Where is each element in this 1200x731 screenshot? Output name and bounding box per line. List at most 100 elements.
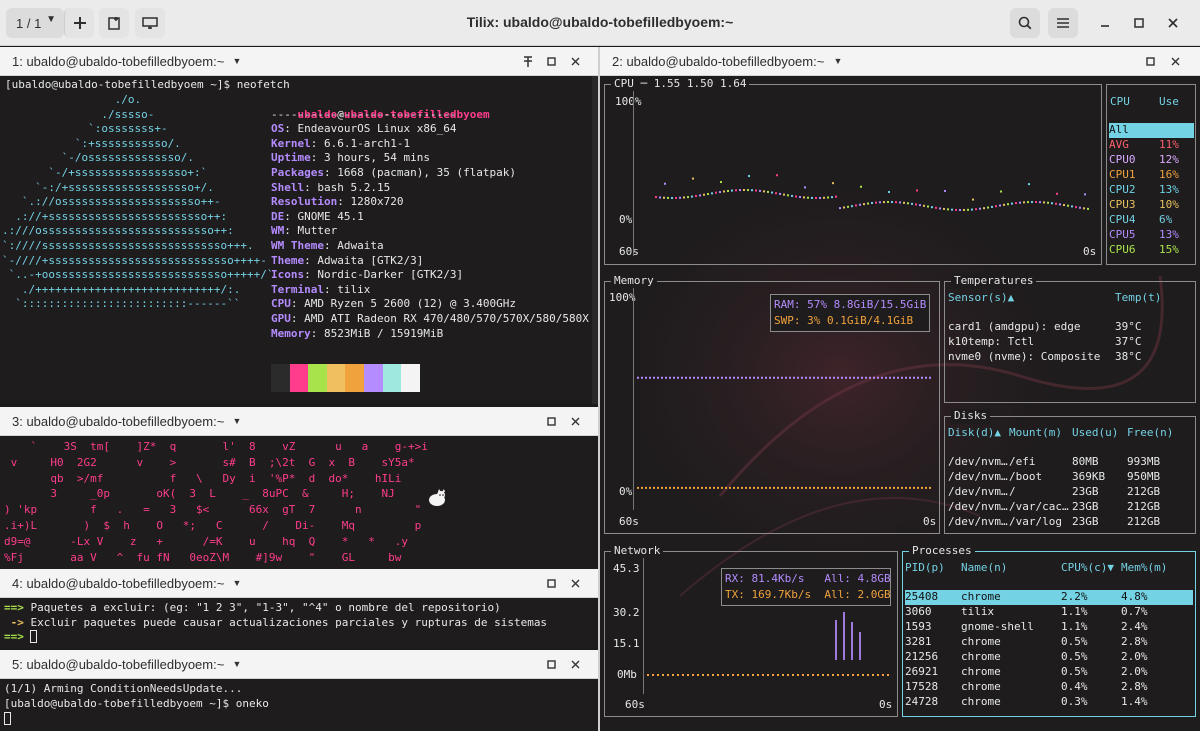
sensor-col-header[interactable]: Sensor(s)▲ <box>948 291 1014 306</box>
cpu-graph-dot <box>1031 201 1033 204</box>
cpu-row[interactable]: CPU3 10% <box>1109 198 1194 213</box>
chevron-down-icon[interactable]: ▼ <box>229 575 245 591</box>
cpu-graph-dot <box>692 177 694 180</box>
pane3-terminal[interactable]: ` 3S tm[ ]Z* q l' 8 vZ u a g-+>i v H0 2G… <box>0 436 598 569</box>
colon: : <box>304 253 318 267</box>
process-row[interactable]: 25408 chrome 2.2% 4.8% <box>905 590 1193 605</box>
cpu-row[interactable]: CPU0 12% <box>1109 153 1194 168</box>
process-row[interactable]: 21256 chrome 0.5% 2.0% <box>905 650 1193 665</box>
process-row[interactable]: 24728 chrome 0.3% 1.4% <box>905 695 1193 710</box>
cpu-graph-dot <box>1043 201 1045 204</box>
maximize-icon[interactable] <box>543 53 559 69</box>
cpu-graph-dot <box>667 196 669 199</box>
mem-x-left: 60s <box>619 515 639 528</box>
info-row: Shell: bash 5.2.15 <box>271 181 589 196</box>
disk-col-header[interactable]: Used(u) <box>1072 426 1118 441</box>
cpu-graph-dot <box>999 204 1001 207</box>
pane1-terminal[interactable]: [ubaldo@ubaldo-tobefilledbyoem ~]$ neofe… <box>0 76 598 404</box>
close-icon[interactable] <box>567 656 583 672</box>
pane3-titlebar[interactable]: 3: ubaldo@ubaldo-tobefilledbyoem:~ ▼ <box>0 407 598 436</box>
chevron-down-icon[interactable]: ▼ <box>229 656 245 672</box>
disks-panel-title: Disks <box>951 409 991 424</box>
cpu-name: AVG <box>1109 138 1129 151</box>
cpu-row[interactable]: AVG 11% <box>1109 138 1194 153</box>
pane5-title: 5: ubaldo@ubaldo-tobefilledbyoem:~ <box>12 657 225 672</box>
process-row[interactable]: 3281 chrome 0.5% 2.8% <box>905 635 1193 650</box>
pane2-titlebar[interactable]: 2: ubaldo@ubaldo-tobefilledbyoem:~ ▼ <box>600 47 1200 76</box>
close-icon[interactable] <box>1167 53 1183 69</box>
process-cell: 4.8% <box>1121 590 1148 603</box>
cpu-row[interactable]: CPU2 13% <box>1109 183 1194 198</box>
cpu-graph-dot <box>819 196 821 199</box>
cpu-use: 13% <box>1159 228 1179 241</box>
process-col-header[interactable]: Mem%(m) <box>1121 561 1167 576</box>
cpu-row[interactable]: CPU5 13% <box>1109 228 1194 243</box>
maximize-icon[interactable] <box>543 575 559 591</box>
close-button[interactable] <box>1160 8 1186 38</box>
process-row[interactable]: 17528 chrome 0.4% 2.8% <box>905 680 1193 695</box>
info-value: Nordic-Darker [GTK2/3] <box>317 268 464 282</box>
process-col-header[interactable]: PID(p) <box>905 561 945 576</box>
process-cell: chrome <box>961 695 1001 708</box>
menu-button[interactable] <box>1048 8 1078 38</box>
cpu-x-left: 60s <box>619 245 639 258</box>
matrix-rain: ` 3S tm[ ]Z* q l' 8 vZ u a g-+>i v H0 2G… <box>4 439 428 565</box>
disk-cell: /boot <box>1009 470 1043 483</box>
cpu-row[interactable]: CPU4 6% <box>1109 213 1194 228</box>
process-cell: chrome <box>961 665 1001 678</box>
cpu-row[interactable]: CPU1 16% <box>1109 168 1194 183</box>
net-x-left: 60s <box>625 698 645 711</box>
session-switcher[interactable]: 1 / 1 ▼ <box>6 8 64 38</box>
bell-icon[interactable] <box>520 53 536 69</box>
add-terminal-button[interactable] <box>64 8 94 38</box>
maximize-icon[interactable] <box>543 413 559 429</box>
cpu-name: All <box>1109 123 1129 136</box>
net-x-right: 0s <box>879 698 893 711</box>
process-cell: 3060 <box>905 605 932 618</box>
process-col-header[interactable]: CPU%(c)▼ <box>1061 561 1114 576</box>
chevron-down-icon[interactable]: ▼ <box>830 53 846 69</box>
disk-col-header[interactable]: Disk(d)▲ <box>948 426 1001 441</box>
logo-line: `:+sssssssssso/. <box>2 136 181 150</box>
process-row[interactable]: 26921 chrome 0.5% 2.0% <box>905 665 1193 680</box>
maximize-icon[interactable] <box>1142 53 1158 69</box>
disk-col-header[interactable]: Mount(m) <box>1009 426 1062 441</box>
cpu-graph-dot <box>804 186 806 189</box>
cpu-row[interactable]: CPU6 15% <box>1109 243 1194 258</box>
pane5-terminal[interactable]: (1/1) Arming ConditionNeedsUpdate... [ub… <box>0 679 598 731</box>
close-icon[interactable] <box>567 575 583 591</box>
temp-row: card1 (amdgpu): edge 39°C <box>948 320 1194 335</box>
process-row[interactable]: 3060 tilix 1.1% 0.7% <box>905 605 1193 620</box>
close-icon[interactable] <box>567 53 583 69</box>
cpu-row[interactable]: All <box>1109 123 1194 138</box>
process-col-header[interactable]: Name(n) <box>961 561 1007 576</box>
minimize-button[interactable] <box>1092 8 1118 38</box>
info-row: GPU: AMD ATI Radeon RX 470/480/570/570X/… <box>271 312 589 327</box>
cpu-graph-dot <box>923 204 925 207</box>
pane2-terminal[interactable]: CPU ─ 1.55 1.50 1.64 100% 0% 60s 0s CPU … <box>600 76 1200 731</box>
process-cell: 2.0% <box>1121 665 1148 678</box>
add-right-button[interactable] <box>99 8 129 38</box>
pane4-titlebar[interactable]: 4: ubaldo@ubaldo-tobefilledbyoem:~ ▼ <box>0 569 598 598</box>
cpu-graph-dot <box>703 193 705 196</box>
pane4-terminal[interactable]: ==> Paquetes a excluir: (eg: "1 2 3", "1… <box>0 598 598 648</box>
rx-row: RX: 81.4Kb/s All: 4.8GB <box>725 572 891 585</box>
cpu-graph-dot <box>1067 204 1069 207</box>
chevron-down-icon[interactable]: ▼ <box>229 413 245 429</box>
add-down-button[interactable] <box>135 8 165 38</box>
maximize-button[interactable] <box>1126 8 1152 38</box>
pane5-titlebar[interactable]: 5: ubaldo@ubaldo-tobefilledbyoem:~ ▼ <box>0 650 598 679</box>
temp-col-header[interactable]: Temp(t) <box>1115 291 1161 306</box>
process-row[interactable]: 1593 gnome-shell 1.1% 2.4% <box>905 620 1193 635</box>
cpu-graph-dot <box>935 206 937 209</box>
info-key: Memory <box>271 326 311 340</box>
cpu-graph-dot <box>916 189 918 192</box>
network-panel-title: Network <box>611 544 664 559</box>
text-cursor <box>4 712 11 725</box>
chevron-down-icon[interactable]: ▼ <box>229 53 245 69</box>
maximize-icon[interactable] <box>543 656 559 672</box>
close-icon[interactable] <box>567 413 583 429</box>
pane1-titlebar[interactable]: 1: ubaldo@ubaldo-tobefilledbyoem:~ ▼ <box>0 47 598 76</box>
disk-col-header[interactable]: Free(n) <box>1127 426 1173 441</box>
search-button[interactable] <box>1010 8 1040 38</box>
